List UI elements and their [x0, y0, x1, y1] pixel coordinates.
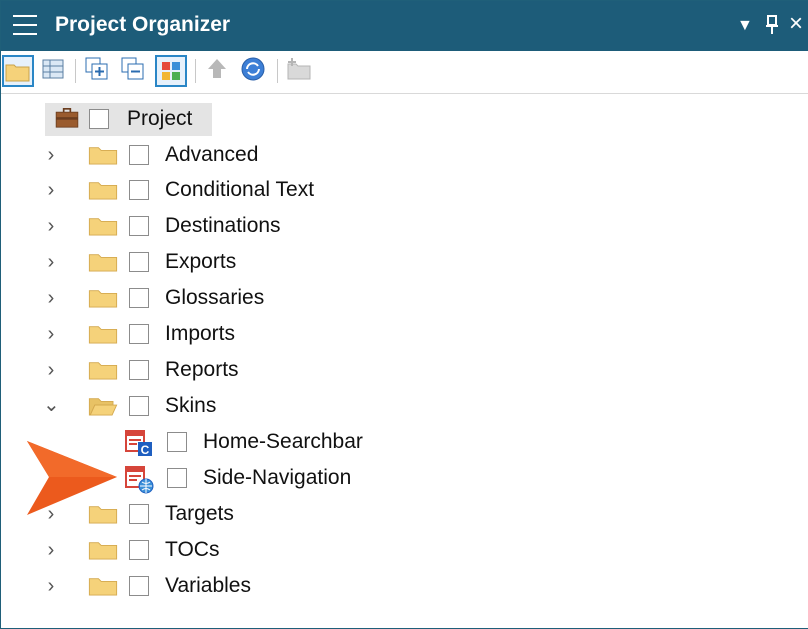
- checkbox[interactable]: [129, 540, 149, 560]
- grid-view-button[interactable]: [39, 55, 71, 87]
- checkbox[interactable]: [167, 468, 187, 488]
- chevron-right-icon[interactable]: ›: [43, 323, 59, 346]
- briefcase-icon: [55, 108, 79, 128]
- tree-item-label: Home-Searchbar: [203, 430, 363, 453]
- tree-item-label: Conditional Text: [165, 178, 315, 201]
- chevron-right-icon[interactable]: ›: [43, 359, 59, 382]
- pin-icon[interactable]: [765, 15, 779, 35]
- chevron-right-icon[interactable]: ›: [43, 539, 59, 562]
- skin-navigation-icon: [125, 466, 154, 494]
- tree-item-label: Exports: [165, 250, 237, 273]
- open-folder-button[interactable]: [2, 55, 34, 87]
- chevron-down-icon[interactable]: ⌄: [43, 392, 60, 417]
- folder-icon: [88, 326, 118, 344]
- checkbox[interactable]: [129, 576, 149, 596]
- folder-icon: [88, 362, 118, 380]
- checkbox[interactable]: [129, 504, 149, 524]
- panel-title: Project Organizer: [55, 13, 231, 36]
- pointer-arrow-icon: [27, 441, 117, 515]
- tree-item-label: Side-Navigation: [203, 466, 352, 489]
- tree-item-label: TOCs: [165, 538, 220, 561]
- expand-all-button[interactable]: [83, 55, 115, 87]
- hamburger-menu-icon[interactable]: [13, 15, 37, 37]
- tree-item-label: Project: [127, 107, 193, 130]
- skin-component-icon: C: [125, 430, 152, 457]
- checkbox[interactable]: [129, 288, 149, 308]
- tree-item-label: Targets: [165, 502, 234, 525]
- skin-component-badge-c-icon: C: [141, 443, 150, 457]
- chevron-right-icon[interactable]: ›: [43, 575, 59, 598]
- refresh-button[interactable]: [239, 55, 271, 87]
- move-up-button[interactable]: [203, 55, 235, 87]
- tree-item-label: Destinations: [165, 214, 281, 237]
- folder-icon: [88, 290, 118, 308]
- checkbox[interactable]: [129, 216, 149, 236]
- tree-item-label: Variables: [165, 574, 251, 597]
- tree-item-glossaries[interactable]: › Glossaries: [1, 281, 808, 315]
- chevron-right-icon[interactable]: ›: [43, 251, 59, 274]
- open-folder-icon: [5, 64, 30, 82]
- expand-all-icon: [85, 57, 108, 80]
- checkbox[interactable]: [129, 324, 149, 344]
- grid-view-icon: [42, 59, 64, 79]
- colored-tiles-button[interactable]: [155, 55, 187, 87]
- new-folder-button[interactable]: [285, 55, 317, 87]
- folder-icon: [88, 147, 118, 165]
- tree-item-reports[interactable]: › Reports: [1, 353, 808, 387]
- title-bar: Project Organizer ▼ ×: [1, 1, 808, 51]
- collapse-all-button[interactable]: [119, 55, 151, 87]
- tree-item-imports[interactable]: › Imports: [1, 317, 808, 351]
- folder-icon: [88, 182, 118, 200]
- folder-icon: [88, 578, 118, 596]
- tree-item-exports[interactable]: › Exports: [1, 245, 808, 279]
- tree-item-tocs[interactable]: › TOCs: [1, 533, 808, 567]
- folder-icon: [88, 218, 118, 236]
- toolbar-separator: [195, 59, 196, 83]
- tree-item-destinations[interactable]: › Destinations: [1, 209, 808, 243]
- move-up-icon: [208, 59, 226, 78]
- toolbar-separator: [277, 59, 278, 83]
- chevron-right-icon[interactable]: ›: [43, 287, 59, 310]
- project-organizer-panel: Project Organizer ▼ × Project › Advanced…: [0, 0, 808, 629]
- tree-item-label: Skins: [165, 394, 217, 417]
- close-icon[interactable]: ×: [789, 10, 803, 38]
- tree-root-project[interactable]: Project: [1, 102, 808, 136]
- chevron-right-icon[interactable]: ›: [43, 144, 59, 167]
- tree-item-skins[interactable]: ⌄ Skins: [1, 389, 808, 423]
- colored-tiles-icon: [162, 62, 180, 80]
- toolbar: [1, 51, 808, 94]
- checkbox[interactable]: [167, 432, 187, 452]
- tree-item-conditional-text[interactable]: › Conditional Text: [1, 173, 808, 207]
- tree-item-home-searchbar[interactable]: C Home-Searchbar: [1, 425, 808, 459]
- new-folder-icon: [287, 58, 311, 80]
- tree-item-variables[interactable]: › Variables: [1, 569, 808, 603]
- checkbox[interactable]: [129, 396, 149, 416]
- tree-item-advanced[interactable]: › Advanced: [1, 138, 808, 172]
- tree-item-label: Imports: [165, 322, 236, 345]
- tree-item-side-navigation[interactable]: Side-Navigation: [1, 461, 808, 495]
- open-folder-icon: [88, 398, 118, 416]
- folder-icon: [88, 542, 118, 560]
- checkbox[interactable]: [129, 360, 149, 380]
- tree-item-label: Advanced: [165, 143, 259, 166]
- folder-icon: [88, 254, 118, 272]
- tree-item-label: Glossaries: [165, 286, 265, 309]
- chevron-right-icon[interactable]: ›: [43, 179, 59, 202]
- checkbox[interactable]: [129, 180, 149, 200]
- refresh-icon: [241, 57, 265, 81]
- checkbox[interactable]: [129, 145, 149, 165]
- window-menu-dropdown-icon[interactable]: ▼: [737, 17, 753, 35]
- chevron-right-icon[interactable]: ›: [43, 215, 59, 238]
- collapse-all-icon: [121, 57, 144, 80]
- checkbox[interactable]: [129, 252, 149, 272]
- tree-item-label: Reports: [165, 358, 239, 381]
- toolbar-separator: [75, 59, 76, 83]
- checkbox[interactable]: [89, 109, 109, 129]
- tree-item-targets[interactable]: › Targets: [1, 497, 808, 531]
